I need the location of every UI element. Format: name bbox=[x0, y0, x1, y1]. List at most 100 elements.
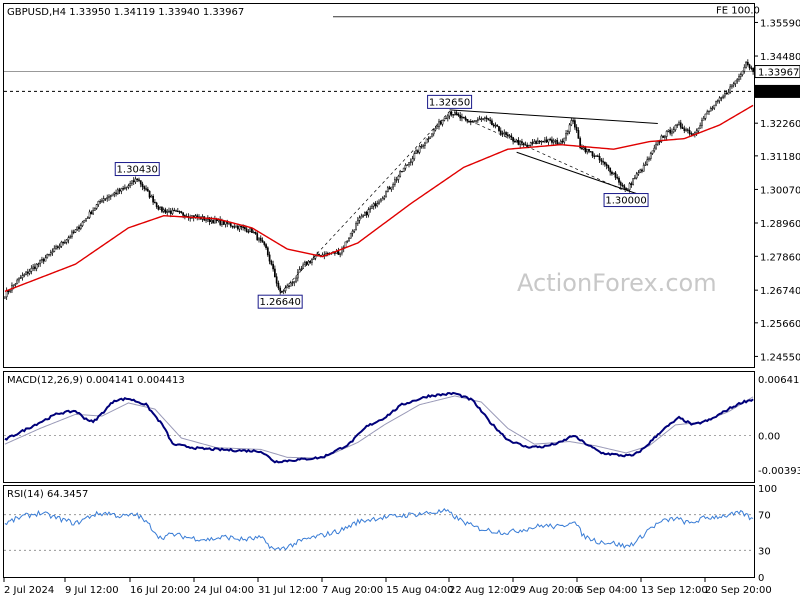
candle-body bbox=[713, 104, 716, 109]
candle-body bbox=[540, 140, 543, 143]
candle-body bbox=[72, 231, 75, 234]
candle-body bbox=[372, 203, 375, 207]
candle-body bbox=[272, 264, 274, 270]
candle-body bbox=[618, 177, 620, 183]
candle-body bbox=[478, 118, 481, 121]
candle-body bbox=[132, 180, 135, 183]
candle-body bbox=[732, 83, 735, 86]
candle-body bbox=[30, 268, 33, 272]
candle-body bbox=[429, 136, 432, 139]
candle-body bbox=[745, 61, 747, 68]
candle-body bbox=[480, 118, 483, 120]
candle-body bbox=[274, 268, 276, 277]
candle-body bbox=[443, 118, 446, 121]
candle-body bbox=[346, 240, 349, 243]
candle-body bbox=[221, 220, 223, 225]
candle-body bbox=[395, 179, 398, 181]
candle-body bbox=[533, 141, 536, 144]
candle-body bbox=[122, 188, 124, 190]
candle-body bbox=[210, 220, 213, 223]
candle-body bbox=[28, 271, 31, 274]
candle-body bbox=[337, 251, 340, 255]
candle-body bbox=[524, 144, 527, 146]
candle-body bbox=[125, 186, 128, 189]
candle-body bbox=[111, 193, 114, 197]
candle-body bbox=[247, 231, 250, 233]
candle-body bbox=[381, 198, 384, 201]
candle-body bbox=[180, 211, 183, 213]
x-tick-label: 24 Jul 04:00 bbox=[194, 585, 254, 596]
candle-body bbox=[268, 254, 271, 262]
candle-body bbox=[616, 177, 619, 179]
candle-body bbox=[604, 161, 606, 165]
candle-body bbox=[688, 130, 691, 134]
candle-body bbox=[349, 232, 352, 239]
candle-body bbox=[566, 131, 569, 134]
x-tick-label: 20 Sep 20:00 bbox=[705, 585, 772, 596]
candle-body bbox=[738, 76, 740, 80]
candle-body bbox=[214, 218, 216, 224]
candle-body bbox=[399, 170, 402, 177]
candle-body bbox=[129, 183, 132, 186]
candle-body bbox=[235, 225, 237, 228]
candle-body bbox=[83, 219, 86, 223]
candle-body bbox=[374, 203, 377, 207]
candle-body bbox=[588, 148, 590, 152]
candle-body bbox=[464, 117, 467, 120]
candle-body bbox=[678, 122, 680, 125]
candle-body bbox=[402, 167, 405, 172]
candle-body bbox=[582, 147, 585, 150]
candle-body bbox=[672, 129, 675, 133]
candle-body bbox=[600, 159, 603, 162]
candle-body bbox=[439, 121, 442, 125]
candle-body bbox=[348, 237, 350, 242]
candle-body bbox=[18, 277, 20, 281]
candle-body bbox=[298, 269, 301, 273]
candle-body bbox=[741, 70, 744, 75]
x-tick-label: 2 Jul 2024 bbox=[4, 585, 54, 596]
candle-body bbox=[300, 268, 303, 270]
rsi-tick-label: 100 bbox=[758, 484, 777, 495]
candle-body bbox=[369, 208, 372, 210]
candle-body bbox=[521, 141, 523, 144]
candle-body bbox=[644, 164, 647, 166]
candle-body bbox=[734, 80, 737, 84]
candle-body bbox=[506, 134, 509, 137]
candle-body bbox=[92, 210, 94, 215]
candle-body bbox=[441, 120, 444, 125]
candle-body bbox=[76, 226, 79, 231]
candle-body bbox=[141, 183, 144, 187]
candle-body bbox=[535, 141, 537, 144]
y-tick-label: 1.25660 bbox=[760, 319, 800, 330]
candle-body bbox=[552, 140, 555, 143]
annotation-label: 1.32650 bbox=[429, 97, 470, 108]
candle-body bbox=[367, 209, 370, 216]
candle-body bbox=[646, 159, 649, 165]
candle-body bbox=[432, 129, 435, 135]
candle-body bbox=[667, 129, 670, 132]
chart-canvas: ActionForex.com FE 100.0 1.30430 1.26640 1.… bbox=[3, 3, 800, 596]
candle-body bbox=[53, 247, 56, 252]
main-pane bbox=[3, 3, 755, 368]
candle-body bbox=[690, 133, 693, 135]
candle-body bbox=[258, 237, 260, 241]
candle-body bbox=[445, 117, 447, 120]
candle-body bbox=[115, 192, 117, 195]
candle-body bbox=[611, 171, 613, 175]
candle-body bbox=[88, 211, 91, 218]
candle-body bbox=[212, 220, 214, 224]
rsi-tick-label: 70 bbox=[758, 511, 771, 522]
candle-body bbox=[392, 184, 394, 188]
candle-body bbox=[261, 240, 264, 243]
candle-body bbox=[531, 142, 534, 144]
candle-body bbox=[249, 228, 252, 233]
candle-body bbox=[457, 114, 460, 116]
annotation-label: 1.30000 bbox=[605, 196, 646, 207]
candle-body bbox=[385, 191, 387, 198]
y-tick-label: 1.24550 bbox=[760, 352, 800, 363]
candle-body bbox=[383, 196, 386, 199]
candle-body bbox=[512, 137, 514, 142]
y-tick-label: 1.27860 bbox=[760, 252, 800, 263]
candle-body bbox=[152, 195, 154, 203]
candle-body bbox=[64, 241, 66, 244]
